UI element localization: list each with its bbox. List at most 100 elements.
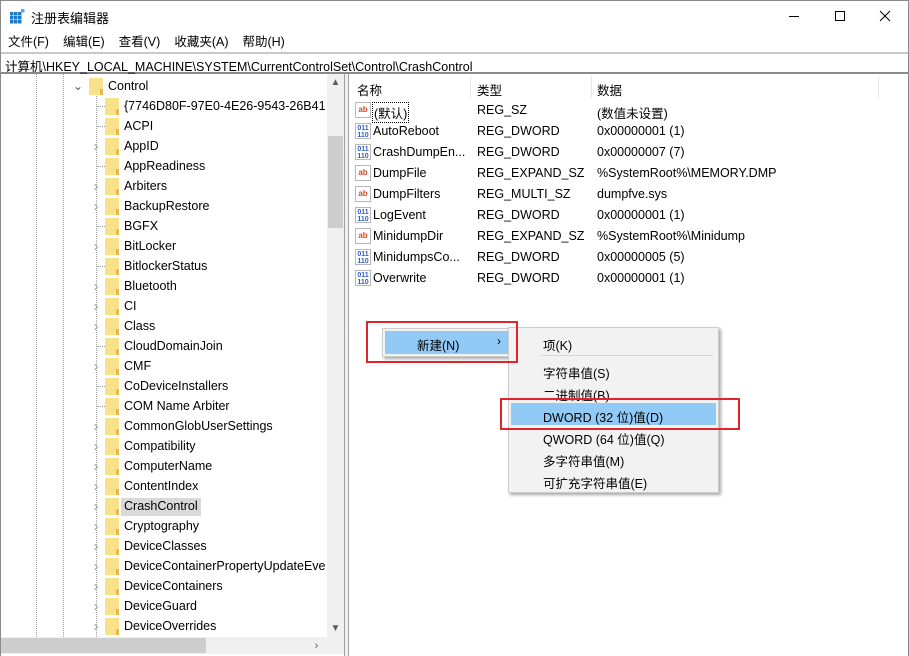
submenu-item-string-value[interactable]: 字符串值(S) <box>511 359 716 381</box>
folder-icon <box>105 438 119 455</box>
chevron-right-icon[interactable]: › <box>90 238 102 255</box>
chevron-right-icon[interactable]: › <box>90 198 102 215</box>
scroll-thumb[interactable] <box>1 638 206 653</box>
folder-icon <box>105 358 119 375</box>
tree-vertical-scrollbar[interactable]: ▲ ▼ <box>327 74 344 637</box>
tree-item[interactable]: › DeviceContainers <box>1 576 327 596</box>
scroll-thumb[interactable] <box>328 136 343 228</box>
folder-icon <box>105 518 119 535</box>
scroll-down-arrow-icon[interactable]: ▼ <box>327 620 344 637</box>
tree-item[interactable]: › DeviceOverrides <box>1 616 327 636</box>
chevron-right-icon[interactable]: › <box>90 598 102 615</box>
value-name: AutoReboot <box>373 124 440 138</box>
chevron-right-icon[interactable]: › <box>90 278 102 295</box>
tree-item[interactable]: › DeviceClasses <box>1 536 327 556</box>
menu-view[interactable]: 查看(V) <box>112 31 168 52</box>
chevron-right-icon[interactable]: › <box>90 498 102 515</box>
menu-item-new[interactable]: 新建(N) › <box>385 331 511 354</box>
value-row[interactable]: 011 110 LogEvent REG_DWORD 0x00000001 (1) <box>349 205 879 226</box>
tree-item[interactable]: › ComputerName <box>1 456 327 476</box>
tree-item[interactable]: › Class <box>1 316 327 336</box>
tree-item[interactable]: › CI <box>1 296 327 316</box>
tree-item-label: ContentIndex <box>124 479 199 493</box>
tree-item-label: CMF <box>124 359 152 373</box>
tree-item[interactable]: › Bluetooth <box>1 276 327 296</box>
chevron-down-icon[interactable]: ⌄ <box>72 79 84 93</box>
tree-item[interactable]: › Compatibility <box>1 436 327 456</box>
column-header-type[interactable]: 类型 <box>477 80 502 99</box>
tree-item[interactable]: › Cryptography <box>1 516 327 536</box>
tree-item[interactable]: › BitLocker <box>1 236 327 256</box>
column-divider[interactable] <box>878 76 879 98</box>
tree-item[interactable]: › ContentIndex <box>1 476 327 496</box>
tree-item-label: Compatibility <box>124 439 196 453</box>
tree-item[interactable]: CoDeviceInstallers <box>1 376 327 396</box>
value-row[interactable]: ab DumpFilters REG_MULTI_SZ dumpfve.sys <box>349 184 879 205</box>
column-header-data[interactable]: 数据 <box>597 80 622 99</box>
menu-edit[interactable]: 编辑(E) <box>56 31 112 52</box>
column-divider[interactable] <box>591 76 592 98</box>
tree-item[interactable]: › Arbiters <box>1 176 327 196</box>
tree-item[interactable]: › CMF <box>1 356 327 376</box>
address-bar[interactable]: 计算机\HKEY_LOCAL_MACHINE\SYSTEM\CurrentCon… <box>1 52 908 74</box>
scroll-right-arrow-icon[interactable]: › <box>308 637 325 654</box>
chevron-right-icon[interactable]: › <box>90 478 102 495</box>
chevron-right-icon[interactable]: › <box>90 178 102 195</box>
tree-item[interactable]: › CommonGlobUserSettings <box>1 416 327 436</box>
tree-item[interactable]: › BackupRestore <box>1 196 327 216</box>
tree-item[interactable]: CloudDomainJoin <box>1 336 327 356</box>
tree-item[interactable]: › DeviceGuard <box>1 596 327 616</box>
submenu-item-qword-value[interactable]: QWORD (64 位)值(Q) <box>511 425 716 447</box>
value-row[interactable]: ab (默认) REG_SZ (数值未设置) <box>349 100 879 123</box>
tree-item[interactable]: BitlockerStatus <box>1 256 327 276</box>
submenu-item-multi-string-value[interactable]: 多字符串值(M) <box>511 447 716 469</box>
maximize-button[interactable] <box>817 1 863 31</box>
address-path[interactable]: 计算机\HKEY_LOCAL_MACHINE\SYSTEM\CurrentCon… <box>5 56 473 75</box>
chevron-right-icon[interactable]: › <box>90 298 102 315</box>
close-button[interactable] <box>862 1 908 31</box>
column-header-name[interactable]: 名称 <box>357 80 382 99</box>
menu-help[interactable]: 帮助(H) <box>235 31 291 52</box>
tree-item[interactable]: AppReadiness <box>1 156 327 176</box>
submenu-item-dword-value[interactable]: DWORD (32 位)值(D) <box>511 403 716 425</box>
chevron-right-icon[interactable]: › <box>90 578 102 595</box>
chevron-right-icon[interactable]: › <box>90 358 102 375</box>
value-name: MinidumpDir <box>373 229 444 243</box>
minimize-button[interactable] <box>771 1 817 31</box>
menu-favorites[interactable]: 收藏夹(A) <box>167 31 235 52</box>
tree-item[interactable]: {7746D80F-97E0-4E26-9543-26B41 <box>1 96 327 116</box>
chevron-right-icon[interactable]: › <box>90 458 102 475</box>
chevron-right-icon[interactable]: › <box>90 558 102 575</box>
value-row[interactable]: 011 110 AutoReboot REG_DWORD 0x00000001 (1) <box>349 121 879 142</box>
value-row[interactable]: 011 110 Overwrite REG_DWORD 0x00000001 (1) <box>349 268 879 289</box>
chevron-right-icon[interactable]: › <box>90 138 102 155</box>
menu-file[interactable]: 文件(F) <box>1 31 56 52</box>
tree-item[interactable]: › AppID <box>1 136 327 156</box>
tree-item[interactable]: › CrashControl <box>1 496 327 516</box>
chevron-right-icon[interactable]: › <box>90 538 102 555</box>
submenu-item-binary-value[interactable]: 二进制值(B) <box>511 381 716 403</box>
value-row[interactable]: 011 110 CrashDumpEn... REG_DWORD 0x00000007… <box>349 142 879 163</box>
value-row[interactable]: ab DumpFile REG_EXPAND_SZ %SystemRoot%\MEMO… <box>349 163 879 184</box>
chevron-right-icon[interactable]: › <box>90 418 102 435</box>
chevron-right-icon[interactable]: › <box>90 518 102 535</box>
column-divider[interactable] <box>470 76 471 98</box>
folder-icon <box>105 238 119 255</box>
tree-connector <box>97 386 105 387</box>
submenu-item-expandable-string-value[interactable]: 可扩充字符串值(E) <box>511 469 716 491</box>
submenu-item-key[interactable]: 项(K) <box>511 331 716 353</box>
tree-item[interactable]: COM Name Arbiter <box>1 396 327 416</box>
chevron-right-icon[interactable]: › <box>90 318 102 335</box>
value-row[interactable]: 011 110 MinidumpsCo... REG_DWORD 0x00000005… <box>349 247 879 268</box>
title-bar: 注册表编辑器 <box>1 1 908 31</box>
tree-item[interactable]: › DeviceContainerPropertyUpdateEve <box>1 556 327 576</box>
scroll-up-arrow-icon[interactable]: ▲ <box>327 74 344 91</box>
tree-item[interactable]: BGFX <box>1 216 327 236</box>
value-data: %SystemRoot%\MEMORY.DMP <box>597 166 777 180</box>
chevron-right-icon[interactable]: › <box>90 618 102 635</box>
chevron-right-icon[interactable]: › <box>90 438 102 455</box>
tree-item[interactable]: ACPI <box>1 116 327 136</box>
tree-item-control[interactable]: ⌄ Control <box>1 76 327 96</box>
tree-horizontal-scrollbar[interactable]: › <box>1 637 344 654</box>
value-row[interactable]: ab MinidumpDir REG_EXPAND_SZ %SystemRoot%\M… <box>349 226 879 247</box>
